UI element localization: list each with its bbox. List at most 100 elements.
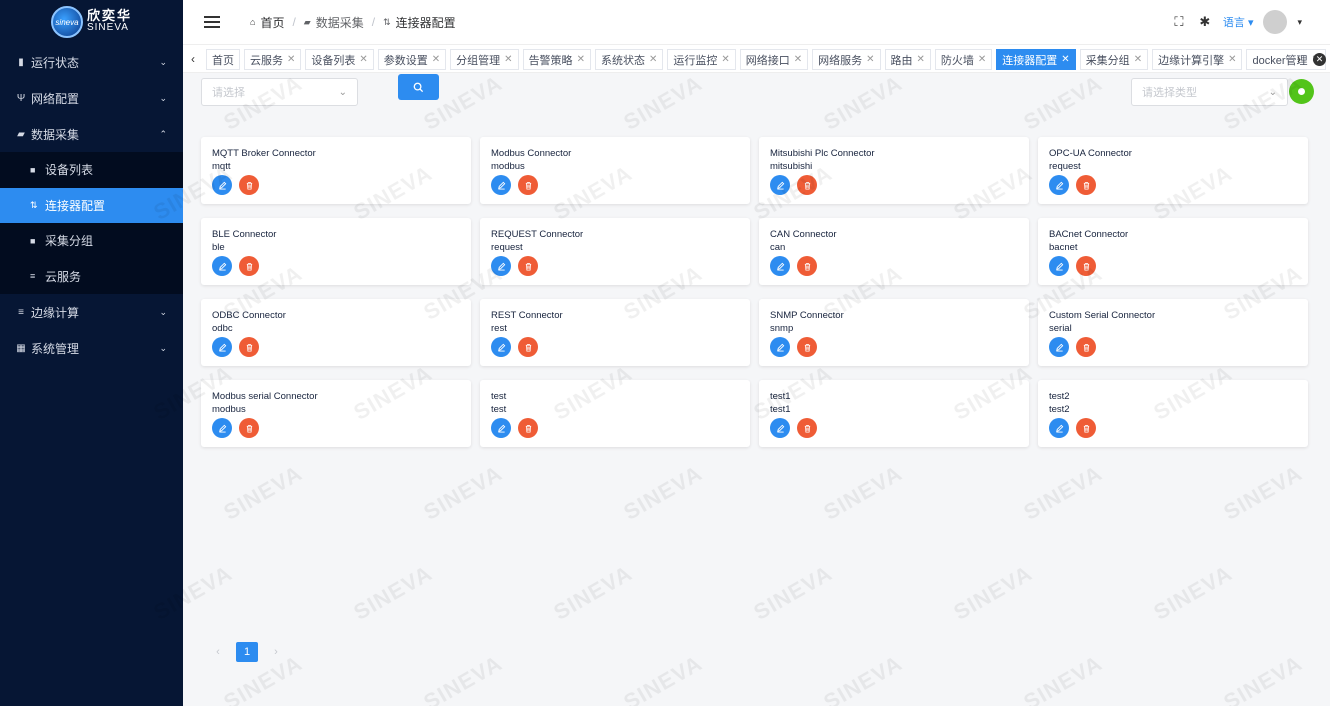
- edit-button[interactable]: [491, 256, 511, 276]
- edit-button[interactable]: [212, 256, 232, 276]
- sidebar-item[interactable]: ≡ 边缘计算 ⌄: [0, 294, 183, 330]
- edit-button[interactable]: [1049, 256, 1069, 276]
- type-select[interactable]: 请选择类型 ⌄: [1131, 78, 1288, 106]
- edit-button[interactable]: [1049, 175, 1069, 195]
- submenu-item[interactable]: ■ 设备列表: [0, 152, 183, 188]
- submenu-item[interactable]: ■ 采集分组: [0, 223, 183, 259]
- tabs-scroll-right-icon[interactable]: ›: [1289, 45, 1309, 73]
- tab-close-icon[interactable]: ✕: [1228, 54, 1236, 65]
- tab[interactable]: 边缘计算引擎 ✕: [1152, 49, 1243, 70]
- tab[interactable]: 告警策略 ✕: [522, 49, 591, 70]
- tab[interactable]: 路由 ✕: [884, 49, 931, 70]
- watermark-text: SINEVA: [619, 650, 707, 706]
- tab[interactable]: 连接器配置 ✕: [996, 49, 1076, 70]
- submenu-item[interactable]: ⇅ 连接器配置: [0, 187, 183, 223]
- tab[interactable]: 防火墙 ✕: [934, 49, 993, 70]
- tab-close-icon[interactable]: ✕: [577, 54, 585, 65]
- edit-button[interactable]: [770, 418, 790, 438]
- edit-button[interactable]: [212, 418, 232, 438]
- delete-button[interactable]: [797, 175, 817, 195]
- tab-close-icon[interactable]: ✕: [432, 54, 440, 65]
- connector-type: bacnet: [1049, 242, 1078, 253]
- delete-button[interactable]: [518, 337, 538, 357]
- connector-type: test2: [1049, 404, 1070, 415]
- tab[interactable]: 设备列表 ✕: [305, 49, 374, 70]
- edit-button[interactable]: [491, 337, 511, 357]
- prev-page-icon[interactable]: ‹: [208, 642, 228, 662]
- tab-close-icon[interactable]: ✕: [287, 54, 295, 65]
- delete-button[interactable]: [239, 337, 259, 357]
- sidebar-item[interactable]: ▮ 运行状态 ⌄: [0, 44, 183, 80]
- submenu-item[interactable]: ≡ 云服务: [0, 259, 183, 295]
- tab[interactable]: 网络接口 ✕: [739, 49, 809, 70]
- search-button[interactable]: [398, 74, 439, 100]
- tab[interactable]: 首页: [206, 49, 240, 70]
- delete-button[interactable]: [518, 256, 538, 276]
- filter-select[interactable]: 请选择 ⌄: [201, 78, 358, 106]
- edit-button[interactable]: [1049, 418, 1069, 438]
- breadcrumb-data-collect[interactable]: 数据采集: [316, 14, 364, 31]
- delete-button[interactable]: [1076, 175, 1096, 195]
- delete-button[interactable]: [797, 418, 817, 438]
- edit-button[interactable]: [770, 256, 790, 276]
- next-page-icon[interactable]: ›: [266, 642, 286, 662]
- tab-close-icon[interactable]: ✕: [866, 54, 874, 65]
- fullscreen-icon[interactable]: ⛶: [1171, 14, 1187, 30]
- edit-button[interactable]: [212, 175, 232, 195]
- bug-icon[interactable]: ✱: [1197, 14, 1213, 30]
- edit-button[interactable]: [491, 418, 511, 438]
- delete-button[interactable]: [797, 256, 817, 276]
- watermark-text: SINEVA: [819, 70, 907, 135]
- delete-button[interactable]: [239, 418, 259, 438]
- breadcrumb-home[interactable]: 首页: [260, 14, 284, 31]
- delete-button[interactable]: [1076, 418, 1096, 438]
- language-dropdown[interactable]: 语言 ▾: [1223, 14, 1254, 30]
- delete-button[interactable]: [239, 175, 259, 195]
- data-collect-icon: ▰: [303, 16, 311, 27]
- tab-close-icon[interactable]: ✕: [1061, 54, 1069, 65]
- avatar-caret-icon[interactable]: ▾: [1297, 17, 1302, 28]
- tab-close-icon[interactable]: ✕: [1134, 54, 1142, 65]
- edit-button[interactable]: [770, 337, 790, 357]
- sidebar-item[interactable]: Ψ 网络配置 ⌄: [0, 80, 183, 116]
- delete-button[interactable]: [518, 418, 538, 438]
- tab[interactable]: 采集分组 ✕: [1079, 49, 1149, 70]
- tab-label: 分组管理: [456, 54, 501, 67]
- edit-button[interactable]: [770, 175, 790, 195]
- trash-icon: [1083, 181, 1089, 190]
- sidebar-item[interactable]: ▦ 系统管理 ⌄: [0, 330, 183, 366]
- tab[interactable]: 云服务 ✕: [244, 49, 302, 70]
- edit-button[interactable]: [212, 337, 232, 357]
- tab-close-icon[interactable]: ✕: [504, 54, 512, 65]
- add-connector-button[interactable]: [1289, 79, 1314, 104]
- tab-close-icon[interactable]: ✕: [721, 54, 729, 65]
- sidebar-item[interactable]: ▰ 数据采集 ⌃: [0, 116, 183, 152]
- tab[interactable]: 参数设置 ✕: [377, 49, 447, 70]
- tab-close-icon[interactable]: ✕: [978, 54, 986, 65]
- list-icon: ≡: [18, 306, 24, 318]
- edit-icon: [218, 343, 226, 352]
- menu-toggle-icon[interactable]: [204, 16, 220, 28]
- connector-icon: ⇅: [383, 16, 391, 27]
- tab-close-icon[interactable]: ✕: [794, 54, 802, 65]
- tab-close-icon[interactable]: ✕: [649, 54, 657, 65]
- delete-button[interactable]: [239, 256, 259, 276]
- device-list-icon: ■: [30, 164, 36, 175]
- tab[interactable]: 运行监控 ✕: [667, 49, 736, 70]
- page-number[interactable]: 1: [236, 642, 258, 662]
- tab-close-icon[interactable]: ✕: [917, 54, 925, 65]
- delete-button[interactable]: [1076, 256, 1096, 276]
- edit-button[interactable]: [491, 175, 511, 195]
- edit-button[interactable]: [1049, 337, 1069, 357]
- pagination: ‹ 1 ›: [208, 642, 286, 662]
- avatar[interactable]: [1263, 10, 1288, 34]
- close-all-tabs-icon[interactable]: ✕: [1313, 53, 1326, 66]
- tab[interactable]: 网络服务 ✕: [812, 49, 881, 70]
- tab[interactable]: 分组管理 ✕: [450, 49, 519, 70]
- tab-close-icon[interactable]: ✕: [359, 54, 367, 65]
- tab[interactable]: 系统状态 ✕: [594, 49, 664, 70]
- delete-button[interactable]: [797, 337, 817, 357]
- delete-button[interactable]: [518, 175, 538, 195]
- delete-button[interactable]: [1076, 337, 1096, 357]
- tabs-scroll-left-icon[interactable]: ‹: [183, 45, 203, 73]
